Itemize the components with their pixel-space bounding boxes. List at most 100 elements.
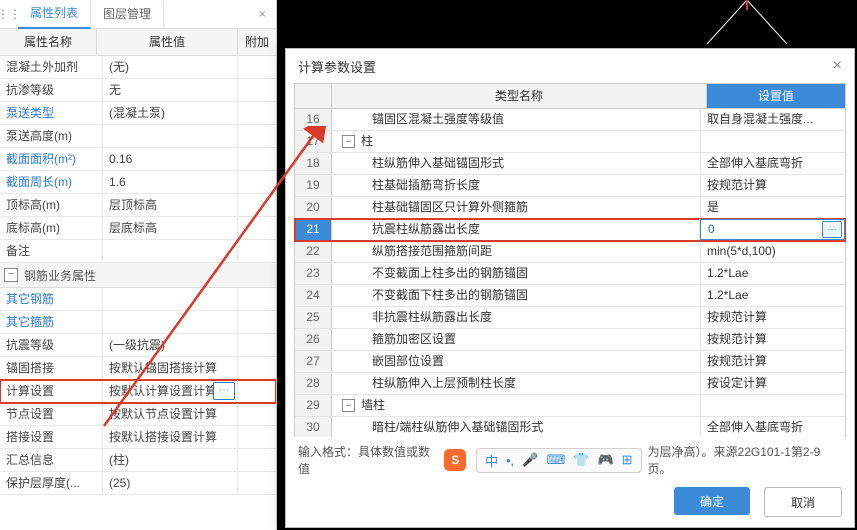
property-name: 保护层厚度(... <box>0 472 103 494</box>
row-value[interactable]: ⋯ <box>700 219 845 240</box>
property-extra <box>238 240 276 262</box>
ok-button[interactable]: 确定 <box>674 487 750 515</box>
property-extra <box>238 102 276 124</box>
tab-attr-list[interactable]: 属性列表 <box>18 0 91 29</box>
ime-punct-icon[interactable]: •, <box>506 453 514 468</box>
property-row[interactable]: 底标高(m)层底标高 <box>0 217 276 240</box>
property-value[interactable] <box>103 240 238 262</box>
property-value[interactable] <box>103 288 238 310</box>
property-row[interactable]: 泵送类型(混凝土泵) <box>0 102 276 125</box>
grid-row[interactable]: 22纵筋搭接范围箍筋间距min(5*d,100) <box>295 241 845 263</box>
property-row[interactable]: 汇总信息(柱) <box>0 449 276 472</box>
dialog-close-icon[interactable]: × <box>833 57 842 75</box>
property-name[interactable]: 截面周长(m) <box>0 171 103 193</box>
property-name[interactable]: 其它箍筋 <box>0 311 103 333</box>
property-value[interactable]: (柱) <box>103 449 238 471</box>
property-row[interactable]: 搭接设置按默认搭接设置计算 <box>0 426 276 449</box>
property-row[interactable]: 保护层厚度(...(25) <box>0 472 276 495</box>
row-value[interactable]: 按规范计算 <box>701 307 845 328</box>
property-row[interactable]: 锚固搭接按默认锚固搭接计算 <box>0 357 276 380</box>
property-value[interactable]: 按默认节点设置计算 <box>103 403 238 425</box>
grid-row[interactable]: 18柱纵筋伸入基础锚固形式全部伸入基底弯折 <box>295 153 845 175</box>
grid-row[interactable]: 25非抗震柱纵筋露出长度按规范计算 <box>295 307 845 329</box>
tree-collapse-icon[interactable]: − <box>342 135 355 148</box>
property-value[interactable] <box>103 311 238 333</box>
grid-row[interactable]: 28柱纵筋伸入上层预制柱长度按设定计算 <box>295 373 845 395</box>
row-value[interactable]: 按规范计算 <box>701 175 845 196</box>
row-value[interactable]: 按规范计算 <box>701 329 845 350</box>
property-row[interactable]: 抗渗等级无 <box>0 79 276 102</box>
row-value[interactable]: 是 <box>701 197 845 218</box>
row-type: 锚固区混凝土强度等级值 <box>332 109 701 130</box>
property-row[interactable]: 其它箍筋 <box>0 311 276 334</box>
property-value[interactable]: 按默认计算设置计算⋯ <box>103 380 238 402</box>
property-row[interactable]: 其它钢筋 <box>0 288 276 311</box>
property-value[interactable]: (一级抗震) <box>103 334 238 356</box>
property-value[interactable]: 1.6 <box>103 171 238 193</box>
property-value[interactable]: (无) <box>103 56 238 78</box>
grid-row[interactable]: 17−柱 <box>295 131 845 153</box>
row-value[interactable]: 全部伸入基底弯折 <box>701 417 845 437</box>
property-name: 抗渗等级 <box>0 79 103 101</box>
row-value[interactable]: 按规范计算 <box>701 351 845 372</box>
value-input[interactable] <box>706 221 790 237</box>
property-name[interactable]: 泵送类型 <box>0 102 103 124</box>
row-value[interactable] <box>701 395 845 416</box>
ime-cn-icon[interactable]: 中 <box>485 451 498 470</box>
row-value[interactable]: 1.2*Lae <box>701 285 845 306</box>
property-value[interactable]: 无 <box>103 79 238 101</box>
grid-row[interactable]: 30暗柱/端柱纵筋伸入基础锚固形式全部伸入基底弯折 <box>295 417 845 437</box>
property-value[interactable] <box>103 125 238 147</box>
property-row[interactable]: 节点设置按默认节点设置计算 <box>0 403 276 426</box>
ime-mic-icon[interactable]: 🎤 <box>522 452 538 468</box>
property-value[interactable]: 0.16 <box>103 148 238 170</box>
property-row[interactable]: 顶标高(m)层顶标高 <box>0 194 276 217</box>
property-group[interactable]: −钢筋业务属性 <box>0 263 276 288</box>
grid-row[interactable]: 29−墙柱 <box>295 395 845 417</box>
property-row[interactable]: 截面周长(m)1.6 <box>0 171 276 194</box>
property-value[interactable]: 层底标高 <box>103 217 238 239</box>
grid-row[interactable]: 16锚固区混凝土强度等级值取自身混凝土强度... <box>295 109 845 131</box>
property-value[interactable]: (混凝土泵) <box>103 102 238 124</box>
value-ellipsis-button[interactable]: ⋯ <box>822 221 842 238</box>
property-row[interactable]: 备注 <box>0 240 276 263</box>
row-value[interactable]: 取自身混凝土强度... <box>701 109 845 130</box>
row-value[interactable]: 按设定计算 <box>701 373 845 394</box>
row-value[interactable]: min(5*d,100) <box>701 241 845 262</box>
ime-grid-icon[interactable]: ⊞ <box>622 452 633 468</box>
property-value[interactable]: 层顶标高 <box>103 194 238 216</box>
row-value[interactable] <box>701 131 845 152</box>
tab-layer-mgr[interactable]: 图层管理 <box>91 1 164 28</box>
property-row[interactable]: 混凝土外加剂(无) <box>0 56 276 79</box>
ellipsis-button[interactable]: ⋯ <box>213 382 235 400</box>
property-name: 节点设置 <box>0 403 103 425</box>
property-row[interactable]: 截面面积(m²)0.16 <box>0 148 276 171</box>
cancel-button[interactable]: 取消 <box>764 487 842 517</box>
grid-row[interactable]: 27嵌固部位设置按规范计算 <box>295 351 845 373</box>
ime-keyboard-icon[interactable]: ⌨ <box>546 452 565 468</box>
panel-drag-handle[interactable]: ⋮⋮ <box>0 7 18 21</box>
grid-col-value[interactable]: 设置值 <box>707 84 845 108</box>
property-value[interactable]: 按默认搭接设置计算 <box>103 426 238 448</box>
row-value[interactable]: 1.2*Lae <box>701 263 845 284</box>
ime-toolbar[interactable]: 中 •, 🎤 ⌨ 👕 🎮 ⊞ <box>476 448 641 473</box>
grid-row[interactable]: 26箍筋加密区设置按规范计算 <box>295 329 845 351</box>
property-name[interactable]: 其它钢筋 <box>0 288 103 310</box>
property-row[interactable]: 泵送高度(m) <box>0 125 276 148</box>
property-name[interactable]: 截面面积(m²) <box>0 148 103 170</box>
grid-row[interactable]: 20柱基础锚固区只计算外侧箍筋是 <box>295 197 845 219</box>
property-row[interactable]: 计算设置按默认计算设置计算⋯ <box>0 380 276 403</box>
panel-close-icon[interactable]: × <box>249 7 276 21</box>
ime-person-icon[interactable]: 👕 <box>573 452 589 468</box>
property-value[interactable]: (25) <box>103 472 238 494</box>
row-value[interactable]: 全部伸入基底弯折 <box>701 153 845 174</box>
ime-game-icon[interactable]: 🎮 <box>597 452 613 468</box>
grid-row[interactable]: 24不变截面下柱多出的钢筋锚固1.2*Lae <box>295 285 845 307</box>
tree-collapse-icon[interactable]: − <box>342 399 355 412</box>
grid-row[interactable]: 23不变截面上柱多出的钢筋锚固1.2*Lae <box>295 263 845 285</box>
property-value[interactable]: 按默认锚固搭接计算 <box>103 357 238 379</box>
grid-row[interactable]: 21抗震柱纵筋露出长度⋯ <box>295 219 845 241</box>
grid-row[interactable]: 19柱基础插筋弯折长度按规范计算 <box>295 175 845 197</box>
collapse-icon[interactable]: − <box>4 268 18 282</box>
property-row[interactable]: 抗震等级(一级抗震) <box>0 334 276 357</box>
